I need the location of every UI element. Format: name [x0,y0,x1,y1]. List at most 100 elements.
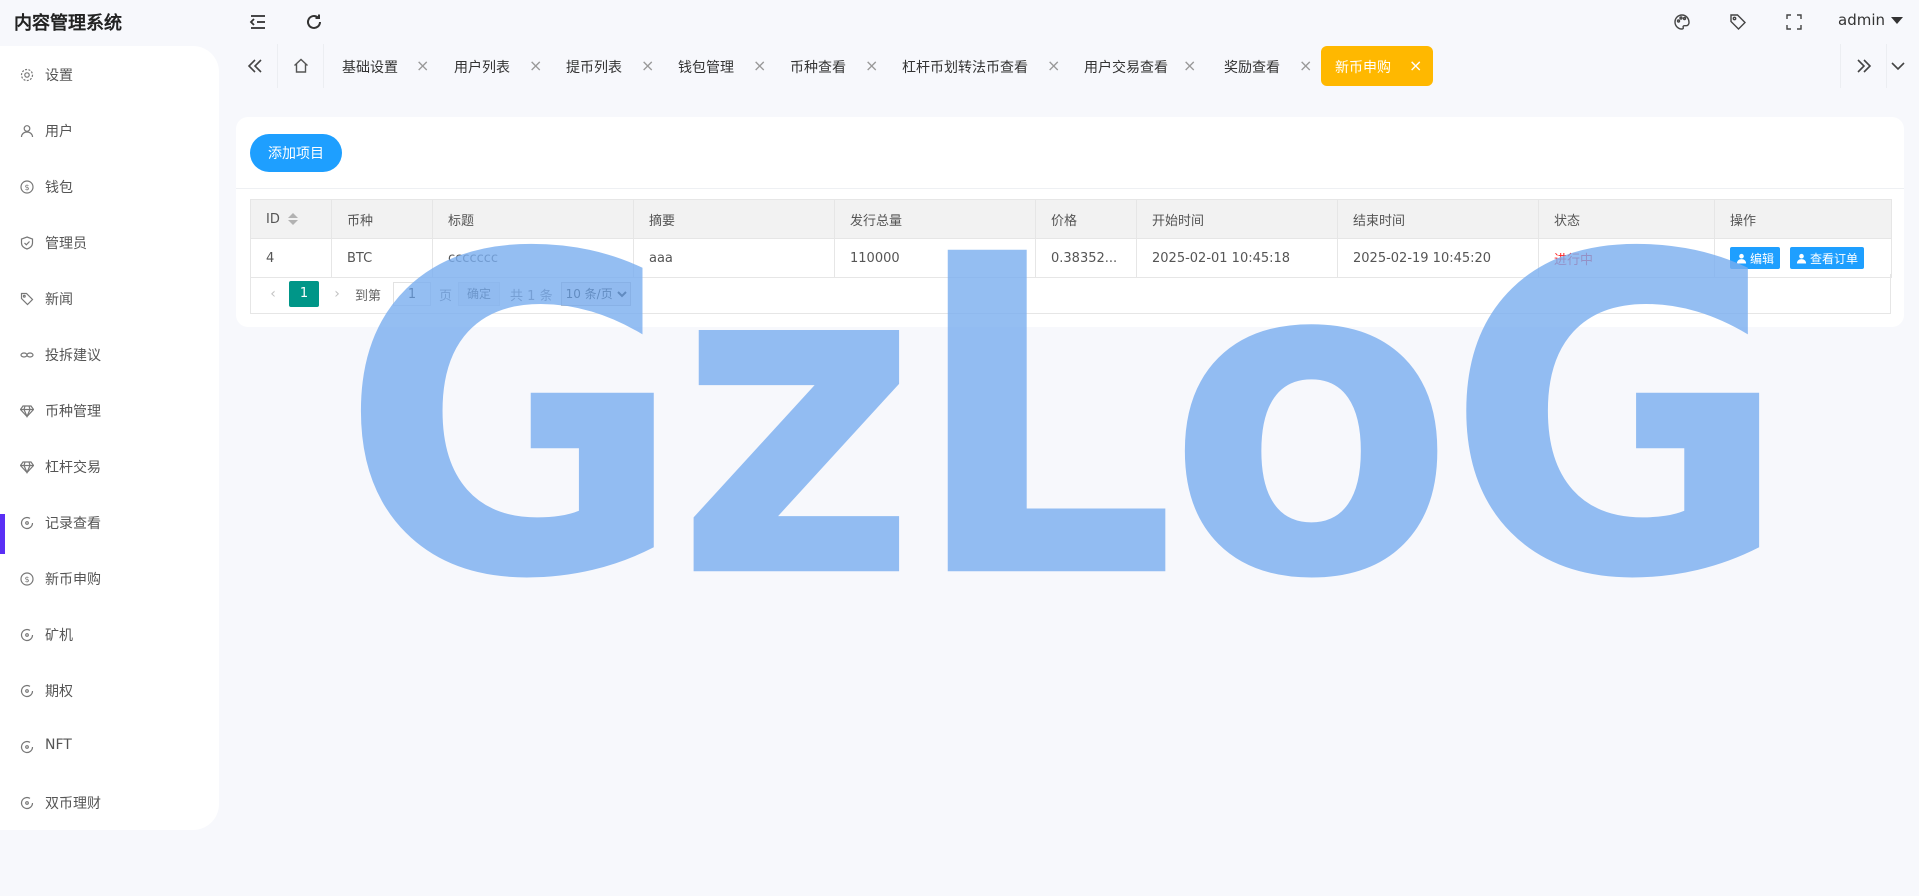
tag-icon[interactable] [1727,11,1749,33]
tab-user-list[interactable]: 用户列表 × [454,46,556,86]
home-icon[interactable] [279,44,323,88]
sidebar-item-records[interactable]: 记录查看 [0,502,219,542]
close-icon[interactable]: × [1047,56,1060,75]
tab-user-trade-view[interactable]: 用户交易查看 × [1084,46,1200,86]
goto-page-input[interactable] [393,282,432,306]
prev-page-icon[interactable]: ‹ [263,286,283,302]
tab-label: 奖励查看 [1224,60,1280,76]
sidebar-item-label: 用户 [45,124,73,140]
tab-label: 基础设置 [342,60,398,76]
close-icon[interactable]: × [1409,56,1422,75]
edit-button-label: 编辑 [1750,251,1775,266]
close-icon[interactable]: × [641,56,654,75]
tab-reward-view[interactable]: 奖励查看 × [1224,46,1326,86]
cell-start-time: 2025-02-01 10:45:18 [1136,238,1338,278]
sidebar-item-settings[interactable]: 设置 [0,54,219,94]
tab-coin-view[interactable]: 币种查看 × [790,46,892,86]
sidebar-item-nft[interactable]: NFT [0,726,219,766]
tab-label: 币种查看 [790,60,846,76]
shield-icon [19,235,34,250]
close-icon[interactable]: × [529,56,542,75]
column-header-id[interactable]: ID [250,199,332,239]
tag-icon [19,291,34,306]
cell-coin: BTC [331,238,433,278]
goto-label: 到第 [355,288,382,304]
edit-button[interactable]: 编辑 [1730,247,1781,269]
top-header: 内容管理系统 admin [0,0,1919,44]
sidebar-item-label: 管理员 [45,236,87,252]
page-size-select[interactable]: 10 条/页 [560,282,631,306]
sidebar-item-label: 钱包 [45,180,73,196]
close-icon[interactable]: × [865,56,878,75]
total-count: 共 1 条 [510,288,553,304]
column-header-label: ID [266,211,280,227]
refresh-icon[interactable] [303,11,325,33]
sidebar-item-users[interactable]: 用户 [0,110,219,150]
sidebar-item-label: 新币申购 [45,572,101,588]
sidebar-item-label: 矿机 [45,628,73,644]
sidebar: 设置 用户 $ 钱包 管理员 新闻 投拆建议 币种管理 杠杆交易 记录查看 $ … [0,46,219,830]
cell-end-time: 2025-02-19 10:45:20 [1337,238,1539,278]
chevron-down-icon[interactable] [1877,44,1919,88]
sidebar-item-news[interactable]: 新闻 [0,278,219,318]
clock-circle-icon [19,739,34,754]
close-icon[interactable]: × [1299,56,1312,75]
theme-palette-icon[interactable] [1671,11,1693,33]
sidebar-item-wallet[interactable]: $ 钱包 [0,166,219,206]
column-header-summary: 摘要 [633,199,835,239]
page-unit-label: 页 [439,288,453,304]
close-icon[interactable]: × [753,56,766,75]
app-title: 内容管理系统 [14,13,122,34]
tab-wallet-management[interactable]: 钱包管理 × [678,46,780,86]
sidebar-item-label: 双币理财 [45,796,101,812]
sort-icon[interactable] [287,213,298,225]
dollar-circle-icon: $ [19,179,34,194]
fullscreen-icon[interactable] [1783,11,1805,33]
sidebar-item-mining[interactable]: 矿机 [0,614,219,654]
clock-circle-icon [19,515,34,530]
chevron-down-icon [1891,16,1903,24]
add-project-button[interactable]: 添加项目 [250,134,342,172]
tab-basic-settings[interactable]: 基础设置 × [342,46,444,86]
close-icon[interactable]: × [1183,56,1196,75]
content-card: 添加项目 ID 币种 标题 摘要 发行总量 价格 开始时间 结束时间 状态 操作 [236,117,1904,327]
tab-label: 钱包管理 [678,60,734,76]
tab-leverage-transfer-view[interactable]: 杠杆币划转法币查看 × [902,46,1072,86]
sidebar-item-label: 投拆建议 [45,348,101,364]
sidebar-item-admin[interactable]: 管理员 [0,222,219,262]
tab-label: 杠杆币划转法币查看 [902,60,1028,76]
confirm-page-button[interactable]: 确定 [458,282,501,306]
sidebar-item-complaints[interactable]: 投拆建议 [0,334,219,374]
status-badge: 进行中 [1538,238,1715,278]
next-page-icon[interactable]: › [327,286,347,302]
sidebar-item-leverage-trading[interactable]: 杠杆交易 [0,446,219,486]
column-header-coin: 币种 [331,199,433,239]
sidebar-item-label: 期权 [45,684,73,700]
gear-icon [19,67,34,82]
close-icon[interactable]: × [416,56,429,75]
sidebar-item-coin-management[interactable]: 币种管理 [0,390,219,430]
menu-fold-icon[interactable] [247,11,269,33]
divider [236,188,1904,189]
page-current[interactable]: 1 [289,281,319,307]
tab-withdraw-list[interactable]: 提币列表 × [566,46,668,86]
tab-bar: 基础设置 × 用户列表 × 提币列表 × 钱包管理 × 币种查看 × 杠杆币划转… [233,44,1919,88]
column-header-start-time: 开始时间 [1136,199,1338,239]
user-menu[interactable]: admin [1838,11,1903,29]
tabs-scroll-left-icon[interactable] [233,44,277,88]
tab-new-coin-subscription[interactable]: 新币申购 × [1321,46,1433,86]
sidebar-item-dual-currency[interactable]: 双币理财 [0,782,219,822]
clock-circle-icon [19,627,34,642]
diamond-icon [19,403,34,418]
column-header-price: 价格 [1035,199,1137,239]
pagination-bar: ‹ 1 › 到第 页 确定 共 1 条 10 条/页 [250,274,1891,314]
sidebar-active-indicator [0,514,5,554]
sidebar-item-options[interactable]: 期权 [0,670,219,710]
view-orders-button[interactable]: 查看订单 [1790,247,1865,269]
column-header-status: 状态 [1538,199,1715,239]
data-table: ID 币种 标题 摘要 发行总量 价格 开始时间 结束时间 状态 操作 4 BT… [250,199,1892,278]
user-icon [1796,253,1807,264]
column-header-actions: 操作 [1714,199,1892,239]
clock-circle-icon [19,683,34,698]
sidebar-item-new-coin-subscription[interactable]: $ 新币申购 [0,558,219,598]
